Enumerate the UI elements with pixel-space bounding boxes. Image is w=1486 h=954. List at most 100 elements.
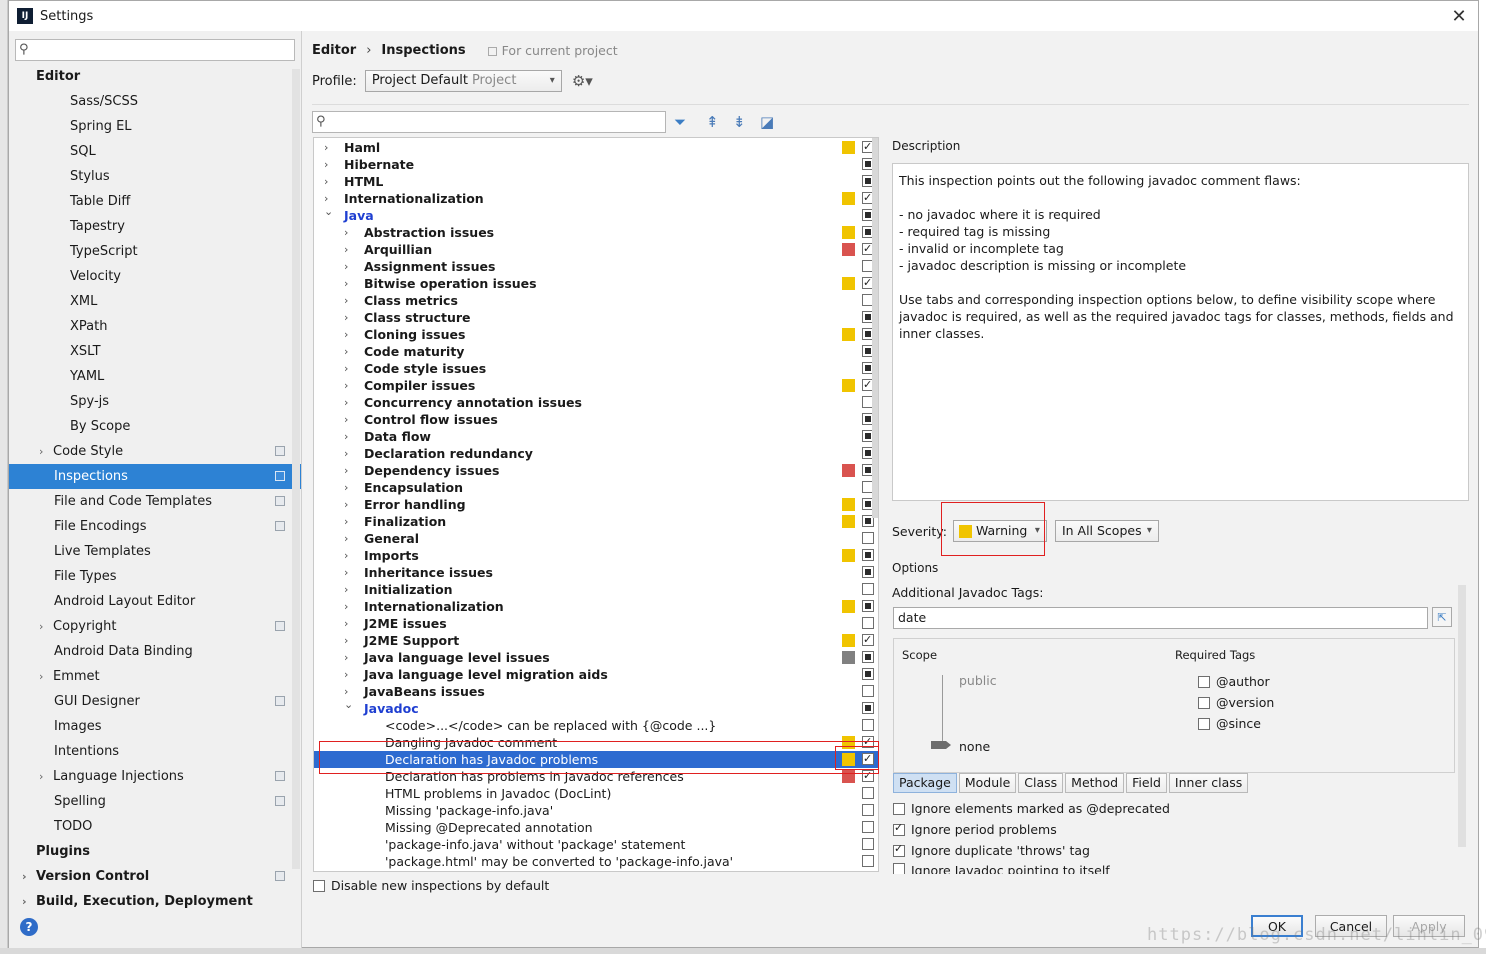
collapse-all-icon[interactable]: ⇟: [733, 113, 746, 131]
chevron-right-icon[interactable]: ›: [344, 564, 348, 581]
inspection-group-row[interactable]: › Java language level migration aids: [314, 666, 878, 683]
inspection-group-row[interactable]: › Encapsulation: [314, 479, 878, 496]
inspection-group-row[interactable]: › JavaBeans issues: [314, 683, 878, 700]
chevron-right-icon[interactable]: ›: [344, 632, 348, 649]
sidebar-item-file-encodings[interactable]: File Encodings: [9, 514, 301, 539]
chevron-right-icon[interactable]: ›: [324, 139, 328, 156]
tab-package[interactable]: Package: [893, 773, 957, 793]
sidebar-item-inspections[interactable]: Inspections: [9, 464, 301, 489]
sidebar-item-tapestry[interactable]: Tapestry: [9, 214, 301, 239]
enable-checkbox[interactable]: [862, 532, 874, 544]
chevron-right-icon[interactable]: ›: [39, 764, 43, 789]
tab-method[interactable]: Method: [1065, 773, 1125, 793]
inspection-group-row[interactable]: › Code style issues: [314, 360, 878, 377]
severity-dropdown[interactable]: Warning ▾: [952, 520, 1047, 542]
chevron-down-icon[interactable]: ⌄: [344, 696, 353, 713]
inspection-group-row[interactable]: › Cloning issues: [314, 326, 878, 343]
sidebar-item-yaml[interactable]: YAML: [9, 364, 301, 389]
sidebar-item-file-types[interactable]: File Types: [9, 564, 301, 589]
chevron-right-icon[interactable]: ›: [22, 889, 27, 914]
enable-checkbox[interactable]: [862, 583, 874, 595]
inspection-row[interactable]: Declaration has problems in Javadoc refe…: [314, 767, 878, 785]
chevron-right-icon[interactable]: ›: [344, 462, 348, 479]
chevron-right-icon[interactable]: ›: [344, 513, 348, 530]
sidebar-item-spy-js[interactable]: Spy-js: [9, 389, 301, 414]
options-scrollbar[interactable]: [1458, 585, 1466, 847]
chevron-right-icon[interactable]: ›: [344, 292, 348, 309]
sidebar-scrollbar[interactable]: [292, 69, 300, 869]
enable-checkbox[interactable]: [862, 702, 874, 714]
scope-slider-track[interactable]: [942, 675, 943, 747]
scope-dropdown[interactable]: In All Scopes ▾: [1054, 520, 1159, 542]
enable-checkbox[interactable]: [862, 600, 874, 612]
enable-checkbox[interactable]: [862, 804, 874, 816]
inspection-row[interactable]: <code>...</code> can be replaced with {@…: [314, 717, 878, 734]
inspection-group-row[interactable]: › Data flow: [314, 428, 878, 445]
sidebar-item-file-and-code-templates[interactable]: File and Code Templates: [9, 489, 301, 514]
inspection-group-row[interactable]: ⌄ Java: [314, 205, 878, 224]
enable-checkbox[interactable]: [862, 750, 874, 767]
chevron-right-icon[interactable]: ›: [22, 864, 27, 889]
sidebar-item-live-templates[interactable]: Live Templates: [9, 539, 301, 564]
sidebar-item-editor[interactable]: Editor: [9, 64, 301, 89]
required-tag-since[interactable]: @since: [1198, 716, 1261, 731]
chevron-right-icon[interactable]: ›: [344, 649, 348, 666]
chevron-right-icon[interactable]: ›: [39, 664, 43, 689]
enable-checkbox[interactable]: [862, 767, 874, 784]
sidebar-item-code-style[interactable]: › Code Style: [9, 439, 301, 464]
inspection-group-row[interactable]: › Assignment issues: [314, 258, 878, 275]
sidebar-item-build-execution-deployment[interactable]: › Build, Execution, Deployment: [9, 889, 301, 914]
inspection-group-row[interactable]: › Concurrency annotation issues: [314, 394, 878, 411]
additional-tags-input[interactable]: date: [893, 607, 1428, 629]
inspection-group-row[interactable]: › Abstraction issues: [314, 224, 878, 241]
chevron-right-icon[interactable]: ›: [344, 224, 348, 241]
chevron-right-icon[interactable]: ›: [344, 275, 348, 292]
inspection-group-row[interactable]: › Finalization: [314, 513, 878, 530]
enable-checkbox[interactable]: [862, 617, 874, 629]
sidebar-item-android-data-binding[interactable]: Android Data Binding: [9, 639, 301, 664]
chevron-right-icon[interactable]: ›: [344, 496, 348, 513]
enable-checkbox[interactable]: [862, 855, 874, 867]
enable-checkbox[interactable]: [862, 838, 874, 850]
inspection-group-row[interactable]: › Bitwise operation issues: [314, 274, 878, 292]
inspection-row[interactable]: Missing 'package-info.java': [314, 802, 878, 819]
chevron-right-icon[interactable]: ›: [344, 411, 348, 428]
enable-checkbox[interactable]: [862, 719, 874, 731]
inspection-group-row[interactable]: › Arquillian: [314, 240, 878, 258]
inspection-group-row[interactable]: › Hibernate: [314, 156, 878, 173]
chevron-right-icon[interactable]: ›: [324, 156, 328, 173]
inspection-row[interactable]: HTML problems in Javadoc (DocLint): [314, 785, 878, 802]
enable-checkbox[interactable]: [862, 631, 874, 648]
inspection-group-row[interactable]: › Internationalization: [314, 189, 878, 207]
sidebar-item-language-injections[interactable]: › Language Injections: [9, 764, 301, 789]
inspection-group-row[interactable]: › Class metrics: [314, 292, 878, 309]
sidebar-item-todo[interactable]: TODO: [9, 814, 301, 839]
sidebar-item-xml[interactable]: XML: [9, 289, 301, 314]
sidebar-item-sql[interactable]: SQL: [9, 139, 301, 164]
tab-inner-class[interactable]: Inner class: [1168, 773, 1249, 793]
disable-new-inspections-checkbox[interactable]: Disable new inspections by default: [313, 878, 549, 893]
checkbox[interactable]: [1198, 675, 1210, 688]
inspection-group-row[interactable]: › J2ME Support: [314, 631, 878, 649]
tab-field[interactable]: Field: [1126, 773, 1167, 793]
inspection-group-row[interactable]: ⌄ Javadoc: [314, 698, 878, 717]
ignore-duplicate-throws-checkbox[interactable]: Ignore duplicate 'throws' tag: [893, 842, 1090, 858]
enable-checkbox[interactable]: [862, 787, 874, 799]
checkbox[interactable]: [1198, 717, 1210, 730]
inspection-search-input[interactable]: ⚲: [312, 111, 666, 133]
checkbox[interactable]: [1198, 696, 1210, 709]
chevron-right-icon[interactable]: ›: [344, 343, 348, 360]
inspection-group-row[interactable]: › Internationalization: [314, 598, 878, 615]
inspection-group-row[interactable]: › Error handling: [314, 496, 878, 513]
inspection-group-row[interactable]: › Declaration redundancy: [314, 445, 878, 462]
inspection-group-row[interactable]: › Java language level issues: [314, 649, 878, 666]
sidebar-item-version-control[interactable]: › Version Control: [9, 864, 301, 889]
enable-checkbox[interactable]: [862, 733, 874, 750]
inspection-row[interactable]: 'package.html' may be converted to 'pack…: [314, 853, 878, 870]
inspection-group-row[interactable]: › Class structure: [314, 309, 878, 326]
chevron-right-icon[interactable]: ›: [344, 445, 348, 462]
sidebar-item-by-scope[interactable]: By Scope: [9, 414, 301, 439]
sidebar-search-input[interactable]: ⚲: [15, 39, 295, 61]
inspection-group-row[interactable]: › Haml: [314, 138, 878, 156]
inspection-row[interactable]: Dangling Javadoc comment: [314, 733, 878, 751]
